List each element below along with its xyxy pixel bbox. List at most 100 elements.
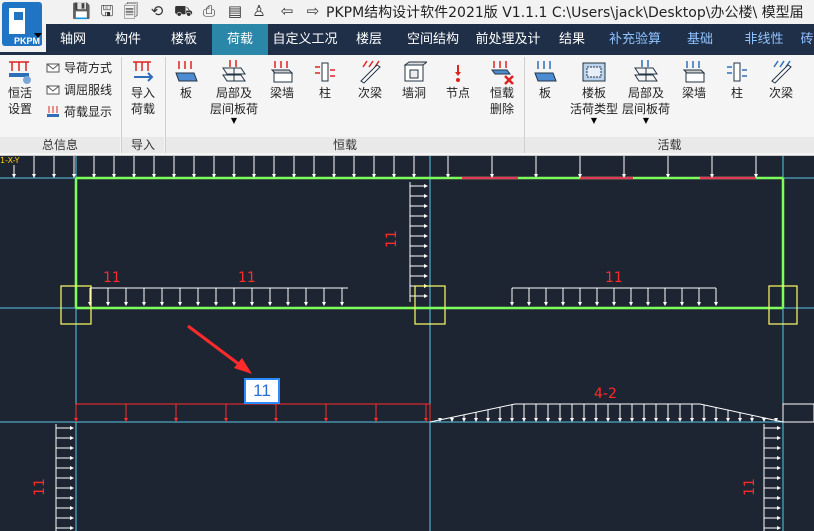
dead-beam-wall-label: 梁墙 <box>269 86 294 100</box>
import-load-icon <box>133 61 154 82</box>
dead-local-slab-button[interactable]: 局部及 层间板荷 ▼ <box>206 59 262 125</box>
tab-load[interactable]: 荷载 <box>212 24 268 55</box>
dead-node-label: 节点 <box>445 86 470 100</box>
dead-column-button[interactable]: 柱 <box>310 59 340 101</box>
dead-local-slab-label: 局部及 层间板荷 <box>209 86 258 116</box>
column-load-icon <box>315 62 335 82</box>
print-icon[interactable]: ⎙ <box>200 2 218 20</box>
tab-member[interactable]: 构件 <box>102 24 154 55</box>
envelope-icon <box>46 63 60 73</box>
node-load-icon <box>455 65 461 82</box>
dropdown-arrow-icon: ▼ <box>642 116 650 125</box>
dead-live-settings-label: 恒活 设置 <box>7 86 32 116</box>
dead-delete-button[interactable]: 恒载 删除 <box>484 59 520 117</box>
load-transfer-mode-button[interactable]: 导荷方式 <box>46 59 112 77</box>
live-beam-wall-icon <box>682 61 706 83</box>
live-secondary-beam-label: 次梁 <box>768 86 793 100</box>
load-label: 11 <box>384 230 400 248</box>
slab-live-type-icon <box>582 62 606 82</box>
structure-drawing[interactable]: 11 11 11 11 4-2 11 11 <box>0 156 814 531</box>
live-beam-wall-button[interactable]: 梁墙 <box>678 59 710 101</box>
live-beam-wall-label: 梁墙 <box>681 86 706 100</box>
bus-icon[interactable]: ⛟ <box>174 2 193 20</box>
forward-arrow-icon[interactable]: ⇨ <box>304 2 322 20</box>
live-column-icon <box>727 62 747 82</box>
local-slab-load-icon <box>222 60 246 82</box>
back-arrow-icon[interactable]: ⇦ <box>278 2 296 20</box>
live-secondary-beam-button[interactable]: 次梁 <box>764 59 798 101</box>
load-label: 11 <box>238 270 256 286</box>
load-label: 11 <box>32 478 48 496</box>
group-label-live-load: 活载 <box>525 137 814 153</box>
load-label: 11 <box>742 478 758 496</box>
load-transfer-mode-label: 导荷方式 <box>64 61 113 75</box>
live-slab-label: 板 <box>538 86 551 100</box>
live-column-button[interactable]: 柱 <box>722 59 752 101</box>
tab-axis-grid[interactable]: 轴网 <box>46 24 100 55</box>
load-settings-icon <box>9 61 31 84</box>
save-all-icon[interactable]: 🗐 <box>122 2 140 20</box>
dead-wall-opening-button[interactable]: 墙洞 <box>398 59 430 101</box>
dead-secondary-beam-button[interactable]: 次梁 <box>354 59 386 101</box>
dead-delete-label: 恒载 删除 <box>489 86 514 116</box>
live-slab-load-icon <box>534 61 557 82</box>
envelope-icon <box>46 85 60 95</box>
live-secondary-beam-icon <box>771 60 792 84</box>
tab-results[interactable]: 结果 <box>550 24 594 55</box>
live-local-slab-button[interactable]: 局部及 层间板荷 ▼ <box>620 59 672 125</box>
live-slab-type-button[interactable]: 楼板 活荷类型 ▼ <box>566 59 622 125</box>
load-display-icon <box>47 106 59 117</box>
user-icon[interactable]: ♙ <box>250 2 268 20</box>
title-bar: 💾 🖫 🗐 ⟲ ⛟ ⎙ ▤ ♙ ⇦ ⇨ PKPM结构设计软件2021版 V1.1.1 C:\Use… <box>0 0 814 24</box>
selected-load-callout[interactable]: 11 <box>244 378 280 404</box>
dropdown-arrow-icon: ▼ <box>230 116 238 125</box>
dead-node-button[interactable]: 节点 <box>442 59 474 101</box>
tab-nonlinear[interactable]: 非线性 <box>736 24 792 55</box>
dead-slab-label: 板 <box>179 86 192 100</box>
group-label-general: 总信息 <box>0 137 120 153</box>
save-as-icon[interactable]: 🖫 <box>98 2 116 20</box>
save-icon[interactable]: 💾 <box>72 2 91 20</box>
tab-preprocessing[interactable]: 前处理及计 <box>472 24 544 55</box>
dead-beam-wall-button[interactable]: 梁墙 <box>266 59 298 101</box>
tab-custom-load-case[interactable]: 自定义工况 <box>270 24 340 55</box>
tab-foundation[interactable]: 基础 <box>676 24 724 55</box>
dead-live-settings-button[interactable]: 恒活 设置 <box>2 59 38 117</box>
load-label: 11 <box>605 270 623 286</box>
pkpm-logo[interactable]: PKPM <box>0 0 46 52</box>
beam-wall-load-icon <box>270 61 294 83</box>
tab-floor[interactable]: 楼层 <box>346 24 392 55</box>
live-local-slab-label: 局部及 层间板荷 <box>621 86 670 116</box>
ribbon: 恒活 设置 导荷方式 调屈服线 荷载显示 总信息 导入 荷载 导入 板 局部及 … <box>0 55 814 156</box>
tab-space-structure[interactable]: 空间结构 <box>400 24 466 55</box>
menu-bar: 轴网 构件 楼板 荷载 自定义工况 楼层 空间结构 前处理及计 结果 补充验算 … <box>0 24 814 55</box>
axis-label: 1-X-Y <box>0 156 20 165</box>
delete-load-icon <box>491 61 514 85</box>
document-icon[interactable]: ▤ <box>226 2 244 20</box>
group-label-import: 导入 <box>122 137 164 153</box>
svg-text:PKPM: PKPM <box>14 36 40 46</box>
secondary-beam-load-icon <box>360 60 381 84</box>
dead-slab-button[interactable]: 板 <box>170 59 202 101</box>
wall-opening-icon <box>403 61 427 82</box>
import-load-button[interactable]: 导入 荷载 <box>124 59 162 117</box>
history-icon[interactable]: ⟲ <box>148 2 166 20</box>
dead-column-label: 柱 <box>318 86 331 100</box>
live-local-slab-icon <box>634 60 658 82</box>
slab-load-icon <box>175 61 198 82</box>
tab-masonry[interactable]: 砖 <box>800 24 814 55</box>
dead-secondary-beam-label: 次梁 <box>357 86 382 100</box>
drawing-canvas[interactable]: 11 11 11 11 4-2 11 11 1-X-Y 11 <box>0 156 814 531</box>
tab-supplementary-check[interactable]: 补充验算 <box>600 24 670 55</box>
group-label-dead-load: 恒载 <box>166 137 524 153</box>
live-slab-type-label: 楼板 活荷类型 <box>569 86 618 116</box>
yield-line-button[interactable]: 调屈服线 <box>46 81 112 99</box>
load-display-button[interactable]: 荷载显示 <box>46 103 112 121</box>
dropdown-arrow-icon: ▼ <box>590 116 598 125</box>
live-column-label: 柱 <box>730 86 743 100</box>
dead-wall-opening-label: 墙洞 <box>401 86 426 100</box>
tab-slab[interactable]: 楼板 <box>158 24 210 55</box>
load-display-label: 荷载显示 <box>64 105 113 119</box>
yield-line-label: 调屈服线 <box>64 83 113 97</box>
live-slab-button[interactable]: 板 <box>529 59 561 101</box>
